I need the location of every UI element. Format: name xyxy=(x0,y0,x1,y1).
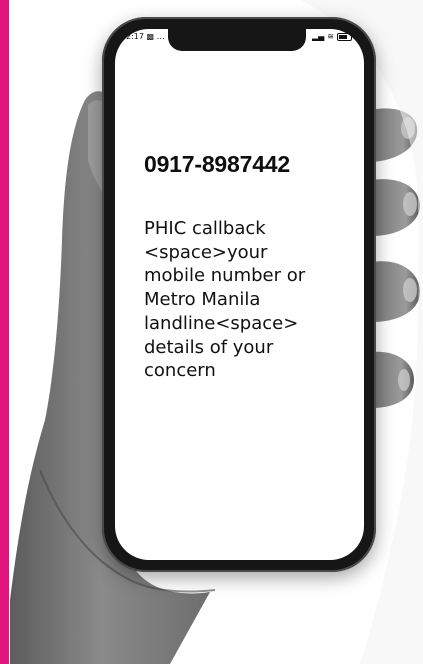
wifi-icon: ≋ xyxy=(327,32,334,41)
instruction-line: landline<space> xyxy=(144,312,299,334)
status-left: 2:17 ▩ … xyxy=(126,32,165,41)
instruction-line: Metro Manila xyxy=(144,289,261,311)
hotline-number: 0917-8987442 xyxy=(144,151,290,177)
instruction-line: <space>your xyxy=(144,241,268,263)
status-right: ▂▄ ≋ xyxy=(312,32,352,41)
poster: 2:17 ▩ … ▂▄ ≋ 0917-8987442 PHIC callback… xyxy=(0,0,423,664)
instruction-line: concern xyxy=(144,360,216,382)
notification-icon: ▩ xyxy=(146,32,155,41)
callback-instructions: PHIC callback <space>your mobile number … xyxy=(144,217,354,383)
status-bar: 2:17 ▩ … ▂▄ ≋ xyxy=(123,30,356,44)
battery-icon xyxy=(337,32,352,41)
instruction-line: mobile number or xyxy=(144,265,306,287)
instruction-line: details of your xyxy=(144,336,274,358)
status-more-indicators: … xyxy=(156,32,165,41)
instruction-line: PHIC callback xyxy=(144,218,266,239)
status-time: 2:17 xyxy=(126,32,144,41)
signal-icon: ▂▄ xyxy=(311,32,325,41)
